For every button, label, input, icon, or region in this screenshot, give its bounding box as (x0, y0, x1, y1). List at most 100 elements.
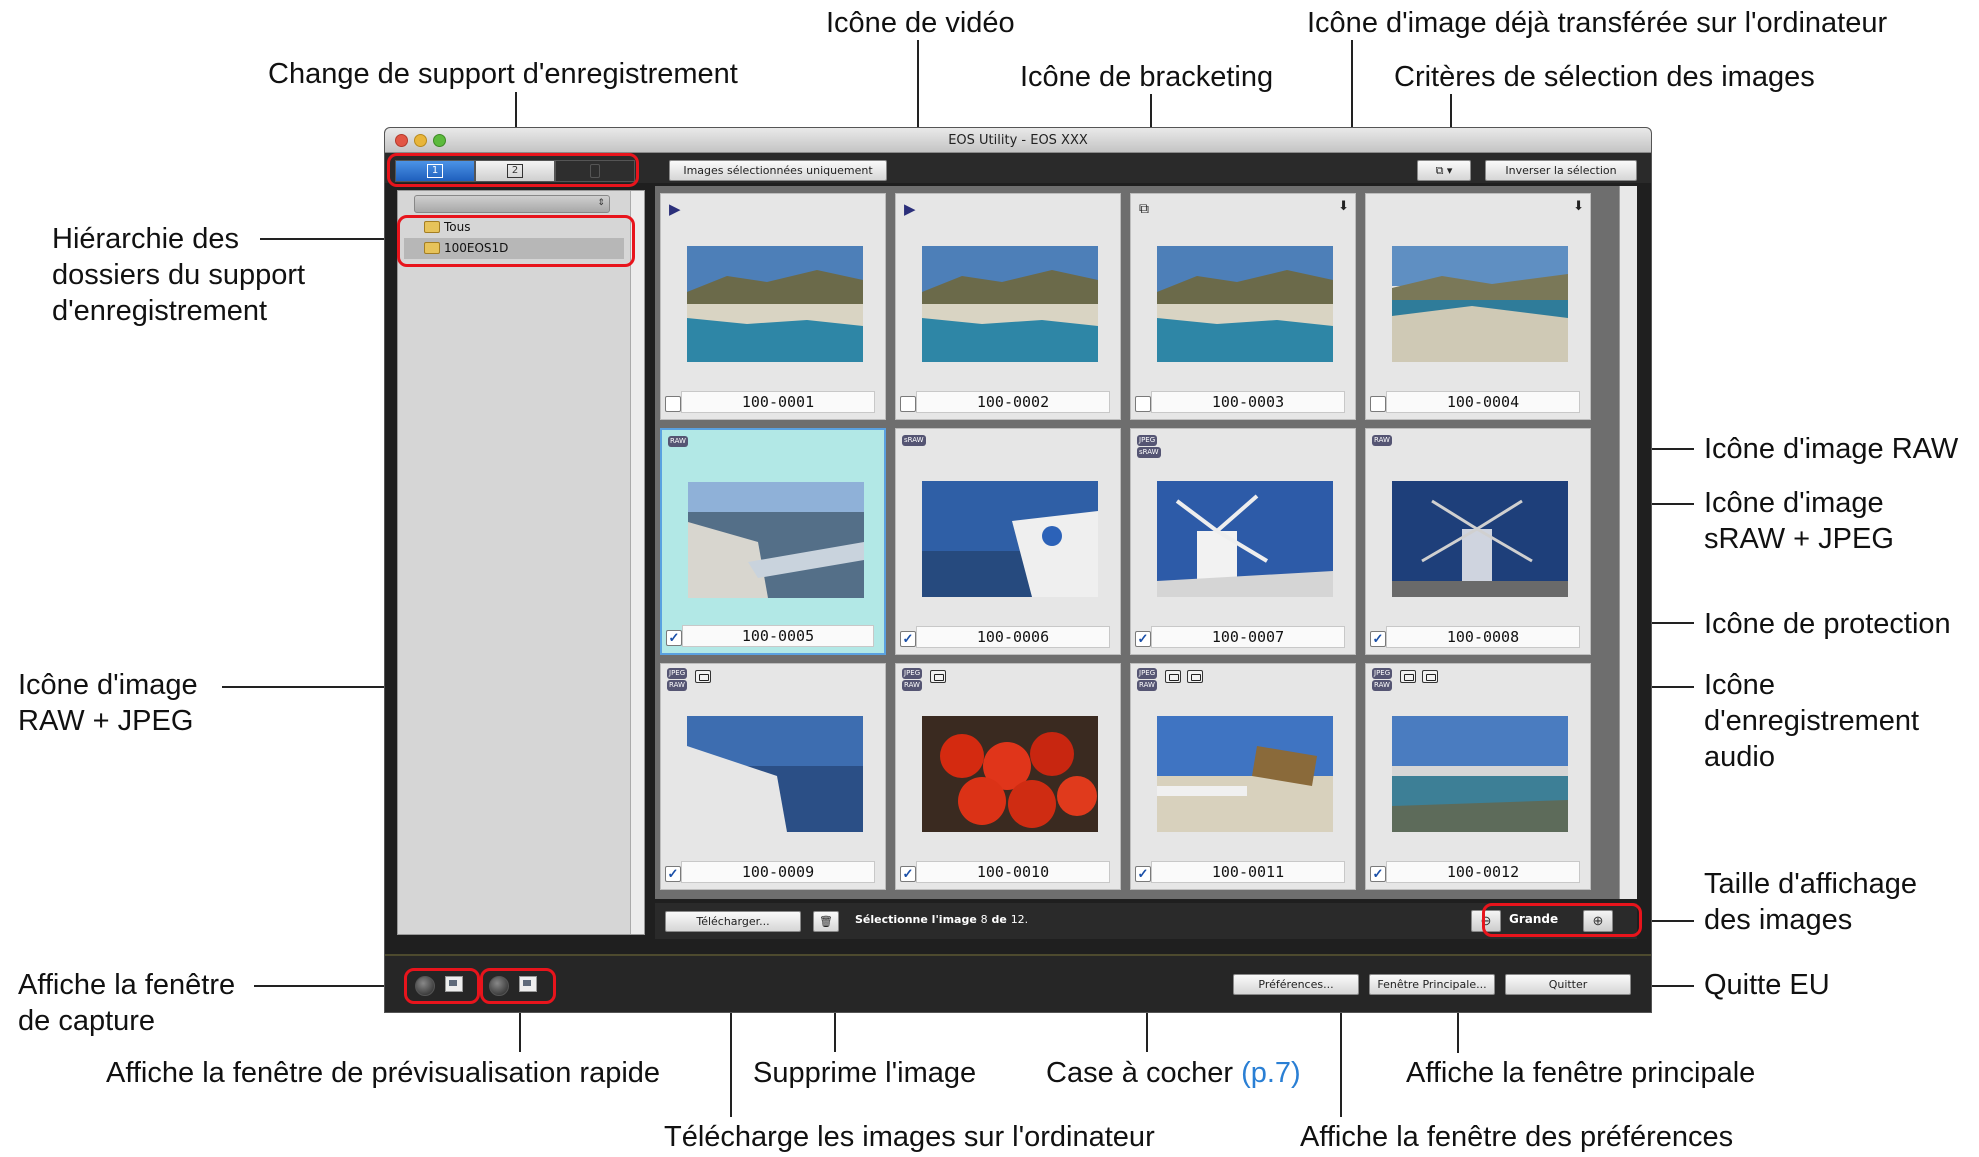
photo-cliff-sea (688, 482, 864, 598)
quit-button[interactable]: Quitter (1505, 974, 1631, 995)
thumbnail-card[interactable]: sRAW ✓ 100-0006 (895, 428, 1121, 655)
thumbnail-name: 100-0005 (682, 625, 874, 647)
raw-icon: RAW (1372, 680, 1392, 691)
callout-line: de capture (18, 1005, 156, 1037)
callout-change-media: Change de support d'enregistrement (268, 58, 738, 90)
select-checkbox[interactable]: ✓ (1135, 866, 1151, 882)
callout-transferred-icon: Icône d'image déjà transférée sur l'ordi… (1307, 7, 1888, 39)
raw-icon: RAW (902, 680, 922, 691)
callout-download: Télécharge les images sur l'ordinateur (664, 1121, 1155, 1153)
thumbnail-name: 100-0003 (1151, 391, 1345, 413)
delete-button[interactable]: 🗑 (813, 911, 839, 932)
callout-raw-jpeg: Icône d'image RAW + JPEG (18, 667, 198, 739)
thumbnail-name: 100-0011 (1151, 861, 1345, 883)
select-checkbox[interactable]: ✓ (1370, 631, 1386, 647)
thumbnail-grid: ▶ 100-0001 ▶ 100-0002 ⧉ ⬇ 100-0003 ⬇ 100… (655, 186, 1637, 899)
select-checkbox[interactable]: ✓ (665, 866, 681, 882)
folder-sidebar: ⇕ Tous 100EOS1D (397, 190, 645, 935)
select-checkbox[interactable]: ✓ (900, 631, 916, 647)
callout-bracketing-icon: Icône de bracketing (1020, 61, 1274, 93)
callout-quick-preview: Affiche la fenêtre de prévisualisation r… (106, 1057, 661, 1089)
preferences-button[interactable]: Préférences... (1233, 974, 1359, 995)
callout-capture-window: Affiche la fenêtre de capture (18, 967, 235, 1039)
trash-icon: 🗑 (819, 915, 833, 928)
thumbnail-card[interactable]: ⬇ 100-0004 (1365, 193, 1591, 420)
selected-only-button[interactable]: Images sélectionnées uniquement (669, 160, 887, 181)
select-checkbox[interactable]: ✓ (900, 866, 916, 882)
callout-line: dossiers du support (52, 259, 306, 291)
main-window-button[interactable]: Fenêtre Principale... (1369, 974, 1495, 995)
photo-harbor-coast (1157, 246, 1333, 362)
callout-video-icon: Icône de vidéo (826, 7, 1015, 39)
page-reference-link[interactable]: (p.7) (1241, 1057, 1301, 1089)
thumbnail-card[interactable]: JPEG RAW ✓ 100-0012 (1365, 663, 1591, 890)
download-button[interactable]: Télécharger... (665, 911, 801, 932)
thumbnail-card[interactable]: ⧉ ⬇ 100-0003 (1130, 193, 1356, 420)
selection-count: Sélectionne l'image 8 de 12. (855, 913, 1029, 926)
raw-icon: RAW (1372, 435, 1392, 446)
callout-raw-icon: Icône d'image RAW (1704, 433, 1959, 465)
select-checkbox[interactable]: ✓ (1370, 866, 1386, 882)
thumbnail-name: 100-0002 (916, 391, 1110, 413)
grid-scrollbar[interactable] (1619, 186, 1637, 899)
bracketing-icon: ⧉ (1139, 200, 1149, 216)
thumbnail-card[interactable]: ▶ 100-0001 (660, 193, 886, 420)
callout-checkbox: Case à cocher (p.7) (1046, 1055, 1301, 1091)
video-icon: ▶ (669, 201, 681, 218)
protect-icon (930, 670, 946, 683)
protect-icon (695, 670, 711, 683)
selection-criteria-button[interactable]: ⧉ ▾ (1417, 160, 1471, 181)
raw-icon: RAW (668, 436, 688, 447)
audio-icon (1422, 670, 1438, 683)
leader-quick-preview (519, 1012, 521, 1052)
thumbnail-name: 100-0007 (1151, 626, 1345, 648)
highlight-quick-preview (480, 968, 556, 1004)
jpeg-icon: JPEG (1137, 668, 1158, 679)
invert-selection-button[interactable]: Inverser la sélection (1485, 160, 1637, 181)
thumbnail-card[interactable]: JPEG RAW ✓ 100-0009 (660, 663, 886, 890)
thumbnail-card-selected[interactable]: RAW ✓ 100-0005 (660, 428, 886, 655)
photo-tomatoes (922, 716, 1098, 832)
select-checkbox[interactable] (665, 396, 681, 412)
protect-icon (1165, 670, 1181, 683)
photo-windmill-night (1392, 481, 1568, 597)
callout-line: d'enregistrement (52, 295, 268, 327)
thumbnail-name: 100-0006 (916, 626, 1110, 648)
media-dropdown[interactable]: ⇕ (414, 195, 610, 213)
photo-harbor-town (1392, 246, 1568, 362)
callout-sraw-jpeg: Icône d'image sRAW + JPEG (1704, 485, 1894, 557)
filter-dropdown-icon: ⧉ ▾ (1435, 164, 1453, 177)
photo-restaurant-sign (1157, 716, 1333, 832)
callout-protect-icon: Icône de protection (1704, 608, 1951, 640)
updown-arrows-icon: ⇕ (597, 197, 605, 207)
photo-windmill (1157, 481, 1333, 597)
select-checkbox[interactable] (1135, 396, 1151, 412)
title-bar: EOS Utility - EOS XXX (385, 128, 1651, 153)
select-checkbox[interactable] (1370, 396, 1386, 412)
select-checkbox[interactable]: ✓ (1135, 631, 1151, 647)
callout-audio-icon: Icône d'enregistrement audio (1704, 667, 1919, 775)
thumbnail-card[interactable]: JPEG RAW ✓ 100-0011 (1130, 663, 1356, 890)
callout-preferences: Affiche la fenêtre des préférences (1300, 1121, 1734, 1153)
thumbnail-card[interactable]: JPEG RAW ✓ 100-0010 (895, 663, 1121, 890)
highlight-media-switch (387, 153, 639, 187)
transferred-icon: ⬇ (1338, 198, 1349, 213)
sidebar-scrollbar[interactable] (630, 191, 644, 934)
highlight-capture (404, 968, 480, 1004)
callout-line: des images (1704, 904, 1853, 936)
thumbnail-name: 100-0012 (1386, 861, 1580, 883)
photo-coastal-stairs (687, 716, 863, 832)
callout-line: RAW + JPEG (18, 705, 194, 737)
callout-line: sRAW + JPEG (1704, 523, 1894, 555)
callout-display-size: Taille d'affichage des images (1704, 866, 1917, 938)
select-checkbox[interactable]: ✓ (666, 630, 682, 646)
raw-icon: RAW (1137, 680, 1157, 691)
jpeg-icon: JPEG (902, 668, 923, 679)
thumbnail-name: 100-0001 (681, 391, 875, 413)
select-checkbox[interactable] (900, 396, 916, 412)
jpeg-icon: JPEG (667, 668, 688, 679)
thumbnail-card[interactable]: ▶ 100-0002 (895, 193, 1121, 420)
thumbnail-card[interactable]: RAW ✓ 100-0008 (1365, 428, 1591, 655)
callout-line: Icône d'image (18, 669, 198, 701)
thumbnail-card[interactable]: JPEG sRAW ✓ 100-0007 (1130, 428, 1356, 655)
